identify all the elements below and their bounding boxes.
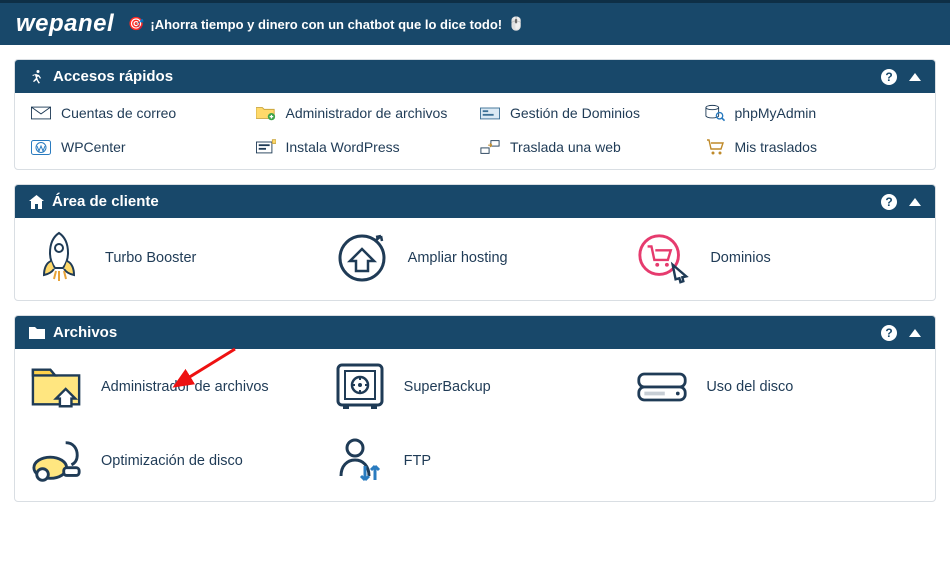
target-icon: 🎯 [128,16,144,32]
files-item-ftp[interactable]: FTP [334,435,617,487]
migrate-icon [480,139,500,155]
folder-icon [29,326,45,339]
label: Instala WordPress [286,139,400,155]
files-item-disk-optimize[interactable]: Optimización de disco [31,435,314,487]
label: Traslada una web [510,139,621,155]
files-item-superbackup[interactable]: SuperBackup [334,361,617,413]
promo-banner[interactable]: 🎯 ¡Ahorra tiempo y dinero con un chatbot… [128,16,524,32]
promo-text: ¡Ahorra tiempo y dinero con un chatbot q… [150,17,502,32]
label: Optimización de disco [101,453,243,469]
safe-icon [334,361,386,413]
topbar: wepanel 🎯 ¡Ahorra tiempo y dinero con un… [0,0,950,45]
quick-item-wpcenter[interactable]: WPCenter [31,139,246,155]
panel-client-area: Área de cliente ? Turbo Booster Amp [14,184,936,301]
expand-hosting-icon [334,230,390,286]
label: WPCenter [61,139,126,155]
label: FTP [404,453,431,469]
label: Turbo Booster [105,250,196,266]
files-item-filemanager[interactable]: Administrador de archivos [31,361,314,413]
panel-files: Archivos ? Administrador de archivos [14,315,936,502]
install-icon [256,139,276,155]
quick-item-migrate[interactable]: Traslada una web [480,139,695,155]
panel-title: Área de cliente [52,193,159,210]
database-search-icon [705,105,725,121]
quick-item-email[interactable]: Cuentas de correo [31,105,246,121]
client-item-turbo[interactable]: Turbo Booster [31,230,314,286]
label: Cuentas de correo [61,105,176,121]
label: Gestión de Dominios [510,105,640,121]
collapse-icon[interactable] [909,329,921,337]
label: Uso del disco [706,379,793,395]
client-item-domains[interactable]: Dominios [636,230,919,286]
home-icon [29,195,44,209]
collapse-icon[interactable] [909,73,921,81]
files-item-disk-usage[interactable]: Uso del disco [636,361,919,413]
brand-logo: wepanel [16,10,114,38]
pointer-icon: 🖱️ [508,16,524,32]
panel-title: Accesos rápidos [53,68,173,85]
label: Dominios [710,250,770,266]
domain-icon [480,105,500,121]
panel-header-client: Área de cliente ? [15,185,935,218]
client-item-hosting[interactable]: Ampliar hosting [334,230,617,286]
cart-icon [705,139,725,155]
hard-drive-icon [636,361,688,413]
label: Ampliar hosting [408,250,508,266]
folder-home-icon [31,361,83,413]
label: SuperBackup [404,379,491,395]
panel-title: Archivos [53,324,117,341]
quick-item-install-wp[interactable]: Instala WordPress [256,139,471,155]
quick-item-domains[interactable]: Gestión de Dominios [480,105,695,121]
quick-item-files[interactable]: Administrador de archivos [256,105,471,121]
domains-cart-icon [636,230,692,286]
envelope-icon [31,105,51,121]
quick-item-phpmyadmin[interactable]: phpMyAdmin [705,105,920,121]
folder-plus-icon [256,105,276,121]
help-icon[interactable]: ? [881,194,897,210]
help-icon[interactable]: ? [881,325,897,341]
rocket-icon [31,230,87,286]
panel-header-quick: Accesos rápidos ? [15,60,935,93]
label: Administrador de archivos [286,105,448,121]
ftp-user-icon [334,435,386,487]
quick-item-my-migrations[interactable]: Mis traslados [705,139,920,155]
vacuum-icon [31,435,83,487]
wordpress-icon [31,139,51,155]
label: Administrador de archivos [101,379,269,395]
label: phpMyAdmin [735,105,817,121]
label: Mis traslados [735,139,817,155]
collapse-icon[interactable] [909,198,921,206]
panel-quick-access: Accesos rápidos ? Cuentas de correo [14,59,936,170]
panel-header-files: Archivos ? [15,316,935,349]
running-icon [29,69,45,85]
help-icon[interactable]: ? [881,69,897,85]
